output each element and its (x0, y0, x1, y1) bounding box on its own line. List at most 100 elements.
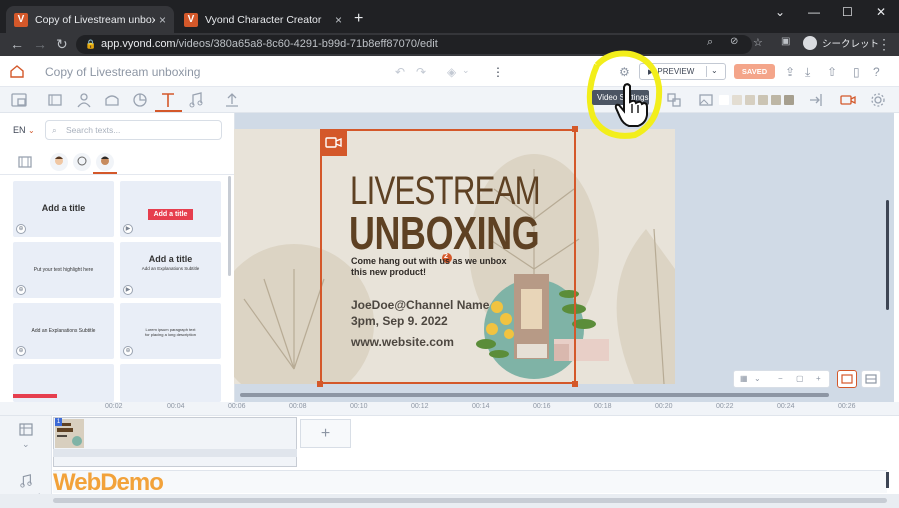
stage-horizontal-scrollbar[interactable] (240, 393, 829, 397)
chevron-down-icon[interactable]: ⌄ (754, 374, 761, 383)
more-icon[interactable]: ⋮ (492, 65, 504, 79)
text-template-card[interactable]: Put your text highlight here ⊕ (13, 242, 114, 298)
zoom-icon[interactable]: ⊕ (16, 346, 26, 356)
settings-icon[interactable] (870, 92, 886, 108)
headline-line2[interactable]: UNBOXING (349, 210, 540, 256)
channel-text[interactable]: JoeDoe@Channel Name 3pm, Sep 9. 2022 (351, 297, 489, 329)
forward-icon[interactable]: → (33, 36, 47, 52)
audio-track-icon[interactable] (19, 474, 33, 488)
lock-icon: 🔒 (85, 39, 97, 49)
zoom-in-icon[interactable]: + (816, 374, 821, 383)
arrange-icon[interactable] (666, 92, 682, 108)
camera-tag[interactable] (320, 129, 347, 156)
camera-icon[interactable] (840, 92, 856, 108)
fit-icon[interactable]: ▢ (796, 374, 804, 383)
color-swatch[interactable] (771, 95, 781, 105)
back-icon[interactable]: ← (10, 36, 24, 52)
star-icon[interactable]: ☆ (753, 36, 763, 49)
text-template-card[interactable]: Add an Explanations Subtitle ⊕ (13, 303, 114, 359)
resize-handle[interactable] (572, 381, 578, 387)
scene-track-icon[interactable] (19, 423, 33, 436)
headline-line1[interactable]: LIVESTREAM (350, 171, 541, 211)
chevron-down-icon[interactable]: ⌄ (462, 65, 470, 76)
search-input[interactable]: ⌕ Search texts... (45, 120, 222, 140)
add-scene-button[interactable]: + (300, 419, 351, 448)
color-swatch[interactable] (719, 95, 729, 105)
timeline-bottom-scrollbar[interactable] (0, 494, 899, 508)
upload-icon[interactable] (224, 92, 240, 108)
scene-block[interactable] (53, 417, 297, 467)
sidebar-icon[interactable]: ▣ (781, 36, 790, 47)
resize-handle[interactable] (317, 381, 323, 387)
whiteboard-style-icon[interactable] (73, 153, 91, 171)
redo-icon[interactable]: ↷ (416, 65, 426, 79)
chevron-down-icon[interactable]: ⌄ (711, 66, 718, 75)
zoom-icon[interactable]: ⊕ (16, 285, 26, 295)
characters-icon[interactable] (76, 92, 92, 108)
panel-scrollbar[interactable] (228, 176, 231, 276)
home-icon[interactable] (10, 65, 24, 78)
image-icon[interactable] (698, 92, 714, 108)
website-text[interactable]: www.website.com (351, 335, 454, 349)
zoom-icon[interactable]: ⌕ (707, 36, 713, 49)
audio-icon[interactable] (188, 92, 204, 108)
active-tab-underline (155, 110, 182, 112)
audio-track[interactable] (53, 470, 887, 493)
text-template-card[interactable]: Lorem ipsum paragraph text for placing a… (120, 303, 221, 359)
notes-icon[interactable]: ▯ (853, 65, 860, 79)
play-icon[interactable]: ▶ (123, 285, 133, 295)
layers-icon[interactable]: ◈ (447, 65, 456, 79)
color-swatch[interactable] (732, 95, 742, 105)
text-template-card[interactable]: Add a title Add an Explanations Subtitle… (120, 242, 221, 298)
text-template-card[interactable] (120, 364, 221, 402)
minimize-icon[interactable]: — (808, 5, 820, 19)
text-template-card[interactable]: Add a title ⊕ (13, 181, 114, 237)
color-swatch[interactable] (745, 95, 755, 105)
color-swatch[interactable] (758, 95, 768, 105)
safe-area-button[interactable] (837, 370, 857, 388)
props-icon[interactable] (104, 92, 120, 108)
contemporary-style-icon[interactable] (96, 153, 114, 171)
tab-vyond-editor[interactable]: V Copy of Livestream unboxing - V × (6, 6, 174, 33)
new-tab-button[interactable]: + (354, 10, 363, 28)
reload-icon[interactable]: ↻ (56, 36, 68, 53)
help-icon[interactable]: ? (873, 65, 880, 79)
timeline-scrollbar[interactable] (886, 472, 889, 488)
language-select[interactable]: EN ⌄ (13, 125, 35, 135)
subtitle-text[interactable]: Come hang out with us as we unbox this n… (351, 256, 511, 278)
grid-icon[interactable]: ▦ (740, 374, 748, 383)
menu-icon[interactable]: ⋮ (877, 36, 891, 53)
text-icon[interactable] (160, 92, 176, 108)
close-tab-icon[interactable]: × (335, 13, 342, 27)
resize-handle[interactable] (572, 126, 578, 132)
share-icon[interactable]: ⇪ (785, 65, 795, 79)
profile-button[interactable]: シークレット (803, 36, 879, 50)
download-icon[interactable]: ⤓ (805, 65, 810, 80)
zoom-icon[interactable]: ⊕ (123, 346, 133, 356)
charts-icon[interactable] (132, 92, 148, 108)
timeline-ruler[interactable]: 00:02 00:04 00:06 00:08 00:10 00:12 00:1… (0, 402, 899, 416)
zoom-icon[interactable]: ⊕ (16, 224, 26, 234)
film-icon[interactable] (18, 156, 32, 168)
close-tab-icon[interactable]: × (159, 13, 166, 27)
text-template-card[interactable]: Add a title ▶ (120, 181, 221, 237)
color-swatch[interactable] (784, 95, 794, 105)
chevron-down-icon[interactable]: ⌄ (22, 439, 30, 450)
enter-icon[interactable] (808, 92, 824, 108)
eye-off-icon[interactable]: ⊘ (730, 36, 738, 47)
export-icon[interactable]: ⇧ (827, 65, 837, 79)
maximize-icon[interactable]: ☐ (842, 5, 853, 19)
templates-icon[interactable] (11, 92, 27, 108)
tab-character-creator[interactable]: V Vyond Character Creator × (176, 6, 350, 33)
chevron-down-icon[interactable]: ⌄ (775, 5, 785, 19)
layout-button[interactable] (861, 370, 881, 388)
text-template-card[interactable] (13, 364, 114, 402)
stage-vertical-scrollbar[interactable] (886, 200, 889, 310)
video-title[interactable]: Copy of Livestream unboxing (45, 65, 200, 79)
undo-icon[interactable]: ↶ (395, 65, 405, 79)
play-icon[interactable]: ▶ (123, 224, 133, 234)
close-window-icon[interactable]: ✕ (876, 5, 886, 19)
zoom-out-icon[interactable]: − (778, 374, 783, 383)
business-style-icon[interactable] (50, 153, 68, 171)
scenes-icon[interactable] (47, 92, 63, 108)
